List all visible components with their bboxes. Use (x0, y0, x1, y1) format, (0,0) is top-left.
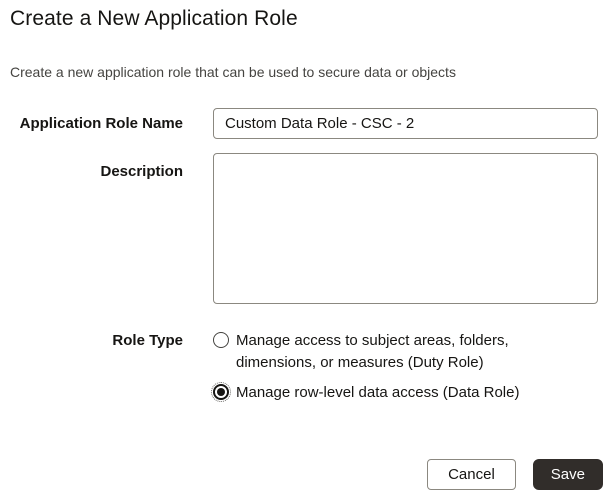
role-type-label: Role Type (112, 332, 183, 349)
dialog-footer: Cancel Save (10, 459, 603, 490)
data-role-radio-icon[interactable] (211, 382, 231, 402)
application-role-form: Application Role Name Description Role T… (10, 108, 603, 404)
description-label: Description (100, 163, 183, 180)
save-button[interactable]: Save (532, 459, 603, 490)
radio-option-duty-role[interactable]: Manage access to subject areas, folders,… (213, 330, 598, 374)
duty-role-radio-icon[interactable] (213, 332, 229, 348)
page-title: Create a New Application Role (10, 7, 298, 30)
data-role-radio-label[interactable]: Manage row-level data access (Data Role) (236, 382, 519, 404)
application-role-name-label: Application Role Name (19, 114, 183, 132)
description-textarea[interactable] (213, 153, 598, 304)
create-application-role-dialog: Create a New Application Role Create a n… (0, 0, 613, 493)
application-role-name-input[interactable] (213, 108, 598, 139)
role-type-radio-group: Manage access to subject areas, folders,… (211, 330, 598, 404)
cancel-button[interactable]: Cancel (427, 459, 516, 490)
dialog-subtitle: Create a new application role that can b… (10, 64, 456, 80)
radio-option-data-role[interactable]: Manage row-level data access (Data Role) (211, 382, 598, 404)
duty-role-radio-label[interactable]: Manage access to subject areas, folders,… (236, 330, 554, 374)
